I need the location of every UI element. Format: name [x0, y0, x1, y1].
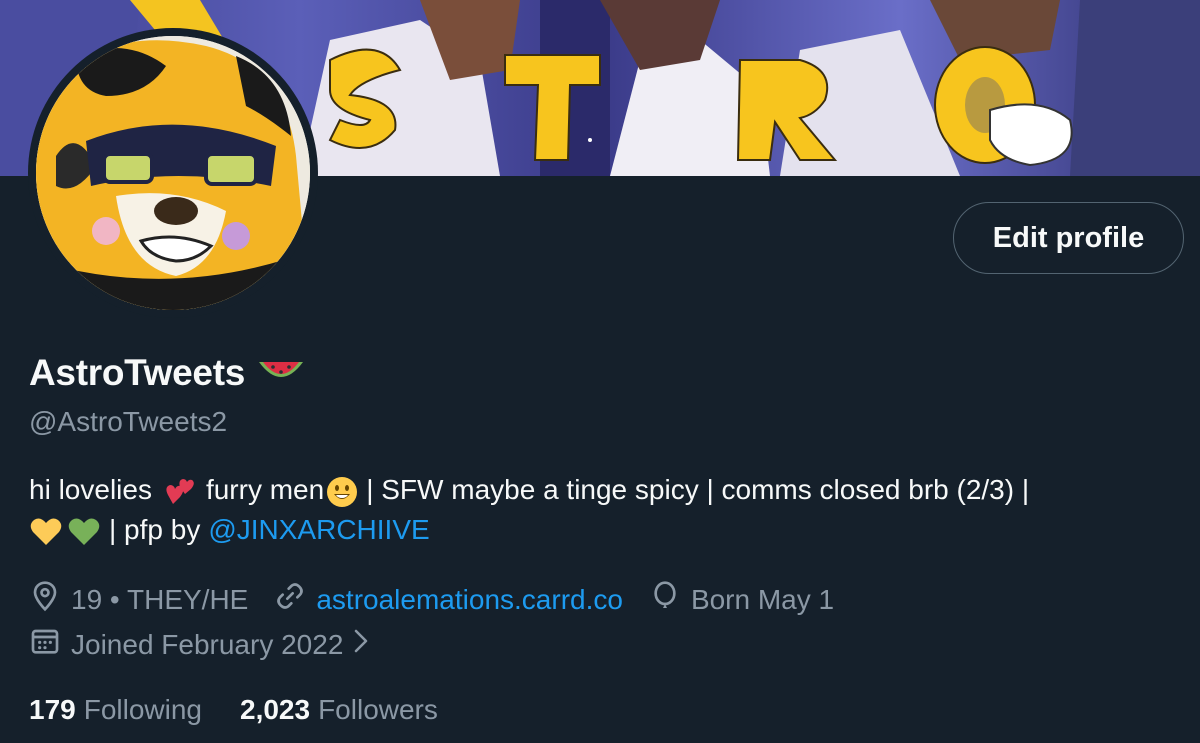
- birthday-item: Born May 1: [649, 580, 834, 619]
- bio-line-2: | pfp by @JINXARCHIIVE: [29, 510, 1179, 550]
- follow-stats: 179 Following 2,023 Followers: [29, 694, 476, 726]
- green-heart-icon: [67, 510, 101, 550]
- yellow-heart-icon: [29, 510, 63, 550]
- website-link[interactable]: astroalemations.carrd.co: [316, 584, 623, 616]
- profile-meta-row: 19 • THEY/HE astroalemations.carrd.co Bo…: [29, 580, 860, 619]
- following-label: Following: [83, 694, 202, 725]
- bio-line-1: hi lovelies furry men | SFW maybe a ting…: [29, 470, 1179, 510]
- location-pin-icon: [29, 580, 71, 619]
- joined-item[interactable]: Joined February 2022: [29, 625, 381, 664]
- chevron-right-icon: [351, 627, 381, 662]
- display-name: AstroTweets: [29, 352, 246, 393]
- followers-link[interactable]: 2,023 Followers: [240, 694, 438, 726]
- website-item[interactable]: astroalemations.carrd.co: [274, 580, 623, 619]
- grinning-face-icon: [326, 470, 358, 510]
- two-hearts-icon: [162, 470, 196, 510]
- profile-name-row: AstroTweets: [29, 352, 305, 394]
- bio-mention-link[interactable]: @JINXARCHIIVE: [208, 510, 429, 550]
- link-icon: [274, 580, 316, 619]
- followers-count: 2,023: [240, 694, 311, 725]
- calendar-icon: [29, 625, 71, 664]
- joined-text: Joined February 2022: [71, 628, 344, 660]
- bio-text-greeting: hi lovelies: [29, 474, 152, 505]
- profile-avatar[interactable]: [28, 28, 318, 318]
- edit-profile-button[interactable]: Edit profile: [953, 202, 1184, 274]
- following-count: 179: [29, 694, 76, 725]
- profile-bio: hi lovelies furry men | SFW maybe a ting…: [29, 470, 1179, 550]
- bio-text-pfp: | pfp by: [109, 514, 201, 545]
- location-text: 19 • THEY/HE: [71, 583, 249, 615]
- birthday-text: Born May 1: [690, 583, 835, 615]
- balloon-icon: [649, 580, 691, 619]
- location-item: 19 • THEY/HE: [29, 580, 248, 619]
- followers-label: Followers: [318, 694, 438, 725]
- following-link[interactable]: 179 Following: [29, 694, 202, 726]
- joined-row: Joined February 2022: [29, 625, 407, 664]
- bio-text-details: | SFW maybe a tinge spicy | comms closed…: [366, 474, 1030, 505]
- avatar-image: [36, 36, 310, 310]
- bio-text-furry: furry men: [205, 474, 325, 505]
- watermelon-icon: [257, 358, 305, 388]
- profile-handle: @AstroTweets2: [29, 406, 228, 437]
